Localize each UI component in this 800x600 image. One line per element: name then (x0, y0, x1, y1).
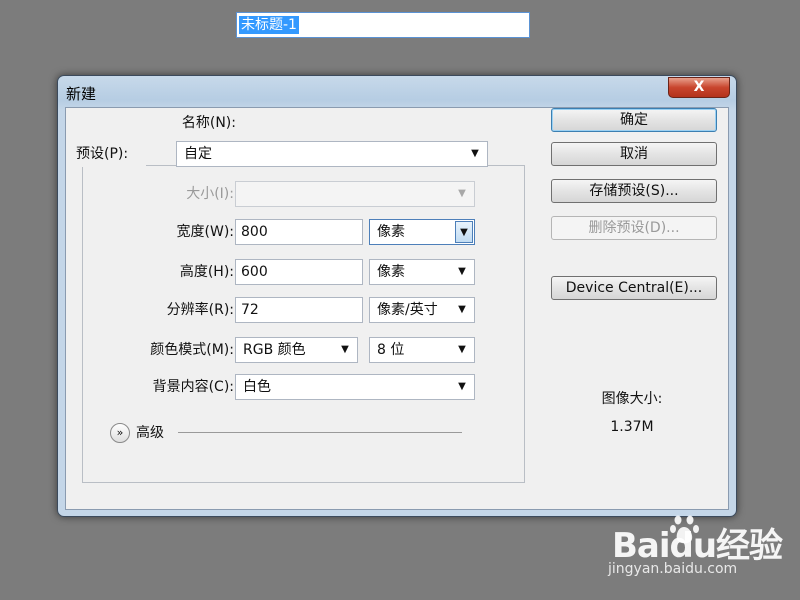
name-label: 名称(N): (181, 115, 236, 131)
delete-preset-button[interactable]: 删除预设(D)... (551, 216, 717, 240)
resolution-unit-select[interactable]: 像素/英寸 ▼ (369, 297, 475, 323)
background-value: 白色 (243, 379, 271, 395)
width-unit-select[interactable]: 像素 ▼ (369, 219, 475, 245)
advanced-divider (178, 432, 462, 433)
size-label: 大小(I): (186, 186, 234, 202)
color-mode-label: 颜色模式(M): (150, 342, 234, 358)
close-button[interactable]: X (668, 77, 730, 98)
chevron-down-icon: ▼ (341, 344, 349, 355)
preset-label: 预设(P): (72, 141, 146, 167)
bit-depth-value: 8 位 (377, 342, 405, 358)
bit-depth-select[interactable]: 8 位 ▼ (369, 337, 475, 363)
double-chevron-down-icon: » (116, 426, 124, 439)
height-unit-value: 像素 (377, 264, 405, 280)
chevron-down-icon: ▼ (455, 221, 473, 243)
width-input[interactable]: 800 (235, 219, 363, 245)
height-input[interactable]: 600 (235, 259, 363, 285)
color-mode-value: RGB 颜色 (243, 342, 306, 358)
chevron-down-icon: ▼ (458, 381, 466, 392)
baidu-paw-icon (670, 515, 699, 544)
height-label: 高度(H): (179, 264, 234, 280)
image-size-label: 图像大小: (601, 391, 663, 407)
preset-value: 自定 (184, 146, 212, 162)
background-select[interactable]: 白色 ▼ (235, 374, 475, 400)
ok-button[interactable]: 确定 (551, 108, 717, 132)
height-unit-select[interactable]: 像素 ▼ (369, 259, 475, 285)
color-mode-select[interactable]: RGB 颜色 ▼ (235, 337, 358, 363)
image-size-value: 1.37M (610, 419, 654, 435)
cancel-button[interactable]: 取消 (551, 142, 717, 166)
dialog-body: 名称(N): 未标题-1 预设(P): 自定 ▼ 大小(I): ▼ 宽度(W):… (65, 12, 729, 510)
chevron-down-icon: ▼ (458, 266, 466, 277)
chevron-down-icon: ▼ (458, 344, 466, 355)
preset-select[interactable]: 自定 ▼ (176, 141, 488, 167)
watermark-url: jingyan.baidu.com (608, 561, 738, 577)
advanced-expand-button[interactable]: » (110, 423, 130, 443)
dialog-title: 新建 (66, 85, 97, 103)
background-label: 背景内容(C): (152, 379, 234, 395)
size-select[interactable]: ▼ (235, 181, 475, 207)
save-preset-button[interactable]: 存储预设(S)... (551, 179, 717, 203)
resolution-unit-value: 像素/英寸 (377, 302, 438, 318)
new-document-dialog: 新建 X 名称(N): 未标题-1 预设(P): 自定 ▼ 大小(I): ▼ 宽… (57, 12, 737, 517)
advanced-label: 高级 (136, 423, 170, 443)
name-value: 未标题-1 (239, 16, 299, 34)
resolution-label: 分辨率(R): (166, 302, 234, 318)
name-field[interactable]: 未标题-1 (236, 12, 530, 38)
baidu-jingyan-watermark: Baidu经验 jingyan.baidu.com (608, 515, 783, 577)
chevron-down-icon: ▼ (458, 188, 466, 199)
device-central-button[interactable]: Device Central(E)... (551, 276, 717, 300)
resolution-input[interactable]: 72 (235, 297, 363, 323)
width-unit-value: 像素 (377, 224, 405, 240)
chevron-down-icon: ▼ (471, 148, 479, 159)
width-label: 宽度(W): (176, 224, 234, 240)
chevron-down-icon: ▼ (458, 304, 466, 315)
